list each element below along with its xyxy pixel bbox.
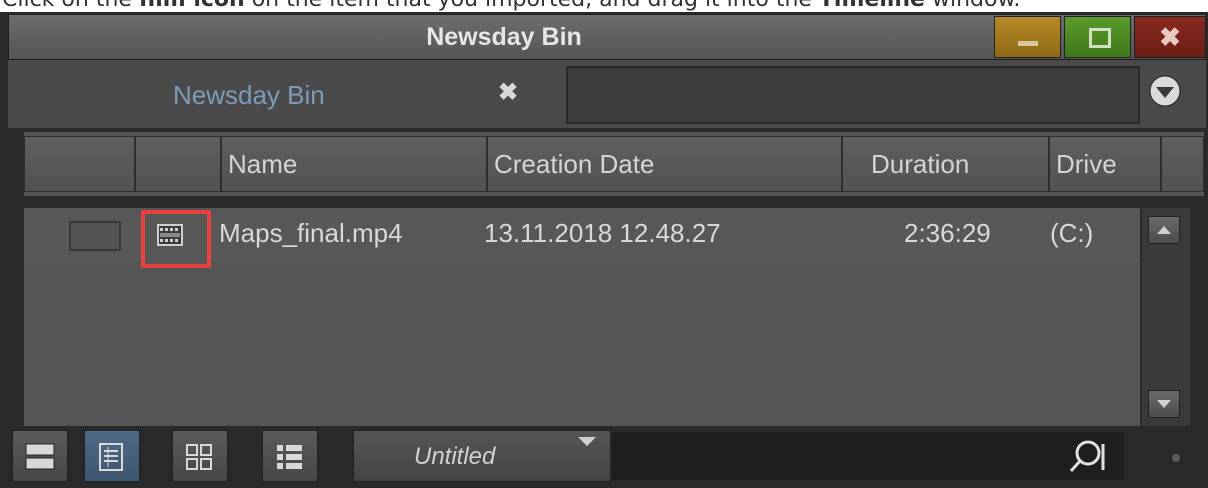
column-header-extra[interactable] — [1161, 136, 1204, 192]
list-view-button[interactable] — [262, 430, 318, 482]
highlight-box — [141, 210, 211, 268]
tab-empty-area — [566, 66, 1140, 124]
list-view-icon — [277, 445, 302, 469]
text-view-button[interactable] — [84, 430, 140, 482]
clip-drive: (C:) — [1050, 218, 1094, 248]
frame-view-icon — [25, 443, 55, 470]
chevron-down-icon — [1157, 400, 1171, 408]
tab-close-icon[interactable]: ✖ — [498, 78, 518, 107]
column-header-drive[interactable]: Drive — [1049, 136, 1161, 192]
column-header-duration[interactable]: Duration — [842, 136, 1049, 192]
column-header-blank-2[interactable] — [135, 136, 221, 192]
minimize-icon — [1018, 41, 1038, 46]
maximize-button[interactable] — [1064, 16, 1131, 58]
minimize-button[interactable] — [994, 16, 1061, 58]
bin-view-dropdown[interactable]: Untitled — [353, 430, 611, 482]
bin-window: Newsday Bin ✖ Newsday Bin ✖ Name Creatio… — [0, 12, 1208, 488]
tab-row: Newsday Bin ✖ — [8, 60, 1206, 128]
tab-newsday-bin[interactable]: Newsday Bin — [173, 80, 325, 111]
column-header: Name Creation Date Duration Drive — [24, 132, 1204, 196]
instruction-caption: Click on the film icon on the item that … — [2, 0, 1020, 12]
vertical-scrollbar[interactable] — [1142, 208, 1190, 426]
caption-bold-timeline: Timeline — [819, 0, 925, 12]
window-title: Newsday Bin — [426, 23, 582, 51]
text-view-icon — [99, 443, 123, 471]
caption-suffix: window. — [925, 0, 1020, 12]
chevron-up-icon — [1157, 226, 1171, 234]
caption-prefix: Click on the — [2, 0, 139, 12]
frame-view-button[interactable] — [12, 430, 68, 482]
bin-toolbar: Untitled — [8, 428, 1206, 488]
table-row[interactable]: Maps_final.mp4 13.11.2018 12.48.27 2:36:… — [24, 210, 1140, 268]
search-field[interactable] — [612, 432, 1124, 480]
clip-name: Maps_final.mp4 — [219, 218, 403, 248]
close-icon: ✖ — [1159, 22, 1181, 52]
clip-creation-date: 13.11.2018 12.48.27 — [484, 218, 721, 248]
status-dot — [1172, 454, 1180, 462]
clip-duration: 2:36:29 — [904, 218, 991, 248]
scroll-down-button[interactable] — [1148, 390, 1180, 418]
caption-bold-film-icon: film icon — [139, 0, 245, 12]
column-header-creation-date[interactable]: Creation Date — [487, 136, 842, 192]
row-select-box[interactable] — [69, 221, 121, 251]
bin-view-label: Untitled — [414, 443, 496, 470]
maximize-icon — [1089, 28, 1111, 48]
column-header-name[interactable]: Name — [221, 136, 487, 192]
column-header-blank-1[interactable] — [24, 136, 135, 192]
grid-view-icon — [186, 444, 212, 470]
search-icon[interactable] — [1066, 438, 1106, 476]
fast-menu-icon[interactable] — [1148, 74, 1182, 108]
clip-list: Maps_final.mp4 13.11.2018 12.48.27 2:36:… — [24, 208, 1140, 426]
caption-middle: on the item that you imported, and drag … — [245, 0, 819, 12]
close-button[interactable]: ✖ — [1134, 16, 1206, 58]
grid-view-button[interactable] — [172, 430, 228, 482]
scroll-up-button[interactable] — [1148, 216, 1180, 244]
dropdown-arrow-icon — [578, 437, 596, 446]
title-bar[interactable]: Newsday Bin ✖ — [8, 14, 1206, 60]
